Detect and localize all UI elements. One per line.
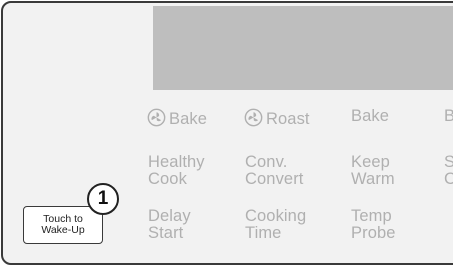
temp-probe-line2: Probe: [351, 224, 396, 242]
healthy-cook-button[interactable]: Healthy Cook: [148, 154, 205, 188]
healthy-cook-line2: Cook: [148, 170, 187, 188]
keep-warm-line2: Warm: [351, 170, 395, 188]
keep-warm-line1: Keep: [351, 153, 390, 171]
convection-fan-icon: [244, 108, 263, 127]
wake-up-line2: Wake-Up: [41, 224, 85, 236]
touch-to-wake-up-button[interactable]: Touch to Wake-Up: [23, 206, 103, 244]
conv-roast-button[interactable]: Roast: [244, 108, 310, 128]
delay-start-button[interactable]: Delay Start: [148, 208, 191, 242]
keep-warm-button[interactable]: Keep Warm: [351, 154, 395, 188]
convection-fan-icon: [147, 108, 166, 127]
bake-button[interactable]: Bake: [351, 108, 389, 125]
cutoff-line1-row2: S: [444, 153, 453, 171]
bake-label: Bake: [351, 107, 390, 125]
cooking-time-line2: Time: [245, 224, 282, 242]
callout-number-badge: 1: [87, 183, 119, 215]
cooking-time-button[interactable]: Cooking Time: [245, 208, 306, 242]
conv-bake-label: Bake: [169, 110, 208, 128]
cutoff-label-row1: B: [444, 107, 453, 125]
conv-convert-button[interactable]: Conv. Convert: [245, 154, 303, 188]
delay-start-line2: Start: [148, 224, 184, 242]
healthy-cook-line1: Healthy: [148, 153, 205, 171]
conv-convert-line1: Conv.: [245, 153, 288, 171]
conv-bake-button[interactable]: Bake: [147, 108, 207, 128]
cutoff-line2-row2: C: [444, 170, 453, 188]
cooking-time-line1: Cooking: [245, 207, 307, 225]
cutoff-button-row2[interactable]: S C: [444, 154, 453, 188]
temp-probe-line1: Temp: [351, 207, 392, 225]
conv-convert-line2: Convert: [245, 170, 304, 188]
temp-probe-button[interactable]: Temp Probe: [351, 208, 396, 242]
conv-roast-label: Roast: [266, 110, 310, 128]
cutoff-button-row1[interactable]: B: [444, 108, 453, 125]
display-screen: [153, 6, 453, 90]
delay-start-line1: Delay: [148, 207, 191, 225]
